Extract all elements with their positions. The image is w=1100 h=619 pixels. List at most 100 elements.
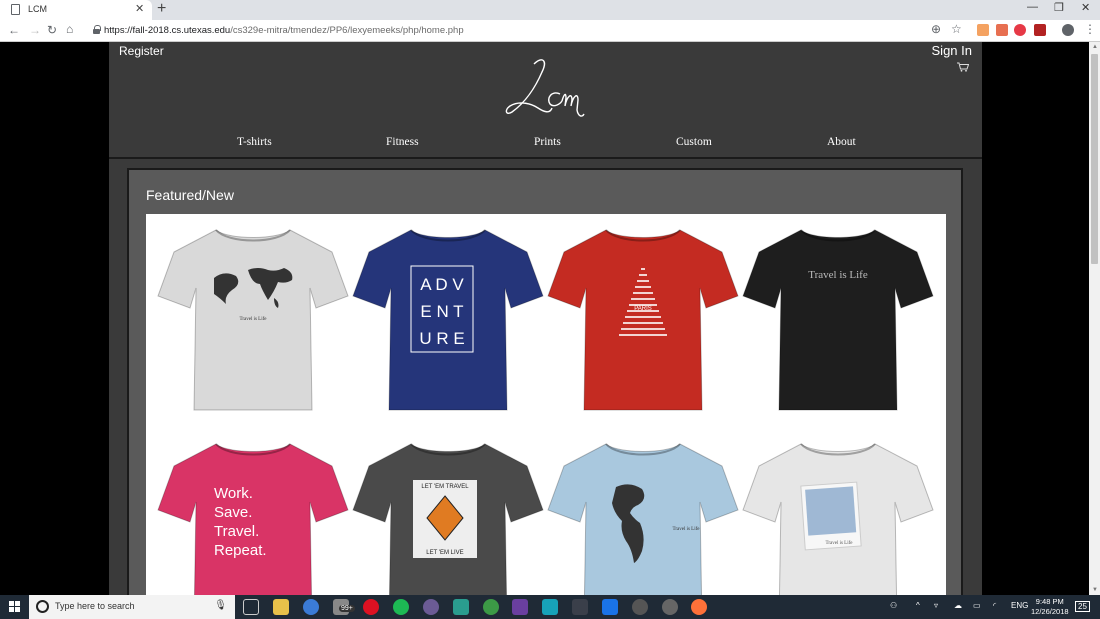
nav-fitness[interactable]: Fitness — [386, 136, 419, 148]
tshirt-image: Travel is Life — [157, 229, 349, 411]
minimize-button[interactable]: — — [1027, 1, 1038, 13]
extension-icon[interactable] — [977, 24, 989, 36]
svg-text:U R E: U R E — [419, 329, 464, 348]
nav-custom[interactable]: Custom — [676, 136, 712, 148]
tshirt-image: Travel is Life — [742, 443, 934, 595]
product-card[interactable]: Travel is Life — [546, 432, 740, 595]
action-center-icon[interactable]: 25 — [1075, 601, 1090, 612]
scroll-down-arrow-icon[interactable]: ▼ — [1092, 587, 1098, 593]
url-path: /cs329e-mitra/tmendez/PP6/lexyemeeks/php… — [230, 25, 464, 36]
browser-toolbar: ← → ↻ ⌂ https://fall-2018.cs.utexas.edu/… — [0, 20, 1100, 42]
zoom-icon[interactable]: ⊕ — [931, 22, 941, 36]
extension-icon[interactable] — [996, 24, 1008, 36]
restore-button[interactable]: ❐ — [1054, 1, 1064, 14]
windows-start-icon[interactable] — [9, 601, 21, 613]
clock-time: 9:48 PM — [1035, 597, 1064, 606]
cortana-icon — [36, 600, 49, 613]
reload-icon[interactable]: ↻ — [47, 23, 57, 37]
extension-icon[interactable] — [1014, 24, 1026, 36]
app-icon[interactable] — [662, 599, 678, 615]
language-indicator[interactable]: ENG — [1011, 601, 1028, 610]
tray-app-icon[interactable]: ▿ — [934, 601, 938, 610]
cart-icon[interactable] — [957, 62, 969, 72]
product-card[interactable]: A D V E N T U R E — [351, 218, 545, 418]
app-icon[interactable] — [632, 599, 648, 615]
url-text[interactable]: https://fall-2018.cs.utexas.edu/cs329e-m… — [104, 25, 464, 36]
page-icon — [11, 4, 20, 15]
nav-tshirts[interactable]: T-shirts — [237, 136, 272, 148]
address-bar[interactable]: https://fall-2018.cs.utexas.edu/cs329e-m… — [86, 22, 971, 40]
back-arrow-icon[interactable]: ← — [8, 23, 20, 37]
register-link[interactable]: Register — [119, 44, 164, 58]
wifi-icon[interactable]: ◜ — [993, 601, 996, 610]
tshirt-image: Travel is Life — [547, 443, 739, 595]
main-nav: T-shirts Fitness Prints Custom About — [109, 136, 982, 156]
svg-text:Travel is Life: Travel is Life — [672, 527, 700, 532]
app-icon[interactable] — [483, 599, 499, 615]
nav-prints[interactable]: Prints — [534, 136, 561, 148]
taskbar-clock[interactable]: 9:48 PM 12/26/2018 — [1031, 597, 1069, 617]
svg-text:PARIS: PARIS — [634, 306, 652, 312]
search-placeholder: Type here to search — [55, 601, 135, 611]
app-icon[interactable] — [572, 599, 588, 615]
tray-chevron-icon[interactable]: ^ — [916, 601, 920, 610]
notification-badge: 99+ — [339, 605, 355, 612]
tab-close-icon[interactable]: ✕ — [135, 2, 144, 15]
featured-section: Featured/New Travel is Life A D V E N T U R… — [127, 168, 963, 595]
file-explorer-icon[interactable] — [273, 599, 289, 615]
forward-arrow-icon[interactable]: → — [29, 23, 41, 37]
scroll-up-arrow-icon[interactable]: ▲ — [1092, 44, 1098, 50]
product-card[interactable]: Travel is Life — [741, 218, 935, 418]
app-icon[interactable] — [363, 599, 379, 615]
product-card[interactable]: Travel is Life — [156, 218, 350, 418]
browser-tab[interactable]: LCM ✕ — [0, 0, 152, 20]
vscode-icon[interactable] — [602, 599, 618, 615]
taskbar-search[interactable]: Type here to search 🎙 — [29, 595, 235, 619]
svg-text:A D V: A D V — [420, 275, 464, 294]
chrome-icon[interactable] — [303, 599, 319, 615]
profile-avatar[interactable] — [1062, 24, 1074, 36]
page-scrollbar[interactable]: ▲ ▼ — [1089, 42, 1100, 595]
firefox-icon[interactable] — [691, 599, 707, 615]
web-page: Register Sign In T-shirts Fitness Prints… — [0, 42, 1100, 595]
site-header: Register Sign In T-shirts Fitness Prints… — [109, 42, 982, 158]
menu-kebab-icon[interactable]: ⋮ — [1084, 22, 1096, 36]
featured-title: Featured/New — [146, 187, 234, 203]
shirt-design: Travel is Life — [808, 269, 868, 281]
microphone-icon[interactable]: 🎙 — [214, 600, 227, 611]
product-card[interactable]: Travel is Life — [741, 432, 935, 595]
browser-tab-strip: LCM ✕ + — ❐ ✕ — [0, 0, 1100, 20]
pdf-extension-icon[interactable] — [1034, 24, 1046, 36]
task-view-icon[interactable] — [243, 599, 259, 615]
battery-icon[interactable]: ▭ — [973, 601, 981, 610]
product-card[interactable]: PARIS — [546, 218, 740, 418]
svg-text:Travel.: Travel. — [214, 523, 259, 540]
sign-in-link[interactable]: Sign In — [932, 43, 972, 58]
tab-title: LCM — [28, 4, 48, 14]
visual-studio-icon[interactable] — [512, 599, 528, 615]
nav-about[interactable]: About — [827, 136, 856, 148]
url-host: https://fall-2018.cs.utexas.edu — [104, 25, 231, 36]
scroll-thumb[interactable] — [1091, 54, 1098, 264]
app-icon[interactable] — [453, 599, 469, 615]
action-center-count: 25 — [1078, 602, 1087, 611]
close-window-button[interactable]: ✕ — [1081, 1, 1090, 14]
new-tab-button[interactable]: + — [157, 0, 166, 18]
site-container: Register Sign In T-shirts Fitness Prints… — [109, 42, 982, 595]
home-icon[interactable]: ⌂ — [66, 22, 73, 36]
clock-date: 12/26/2018 — [1031, 607, 1069, 616]
svg-text:E N T: E N T — [420, 302, 463, 321]
svg-text:LET 'EM LIVE: LET 'EM LIVE — [426, 550, 463, 556]
app-icon[interactable] — [423, 599, 439, 615]
shirt-design: LET 'EM TRAVEL LET 'EM LIVE — [413, 480, 477, 558]
spotify-icon[interactable] — [393, 599, 409, 615]
people-icon[interactable]: ⚇ — [890, 601, 897, 610]
onedrive-icon[interactable]: ☁ — [954, 601, 962, 610]
bookmark-star-icon[interactable]: ☆ — [951, 22, 962, 36]
tshirt-image: Travel is Life — [742, 229, 934, 411]
lcm-logo[interactable] — [502, 54, 592, 124]
product-card[interactable]: Work. Save. Travel. Repeat. — [156, 432, 350, 595]
app-icon[interactable] — [542, 599, 558, 615]
svg-text:LET 'EM TRAVEL: LET 'EM TRAVEL — [421, 484, 469, 490]
product-card[interactable]: LET 'EM TRAVEL LET 'EM LIVE — [351, 432, 545, 595]
